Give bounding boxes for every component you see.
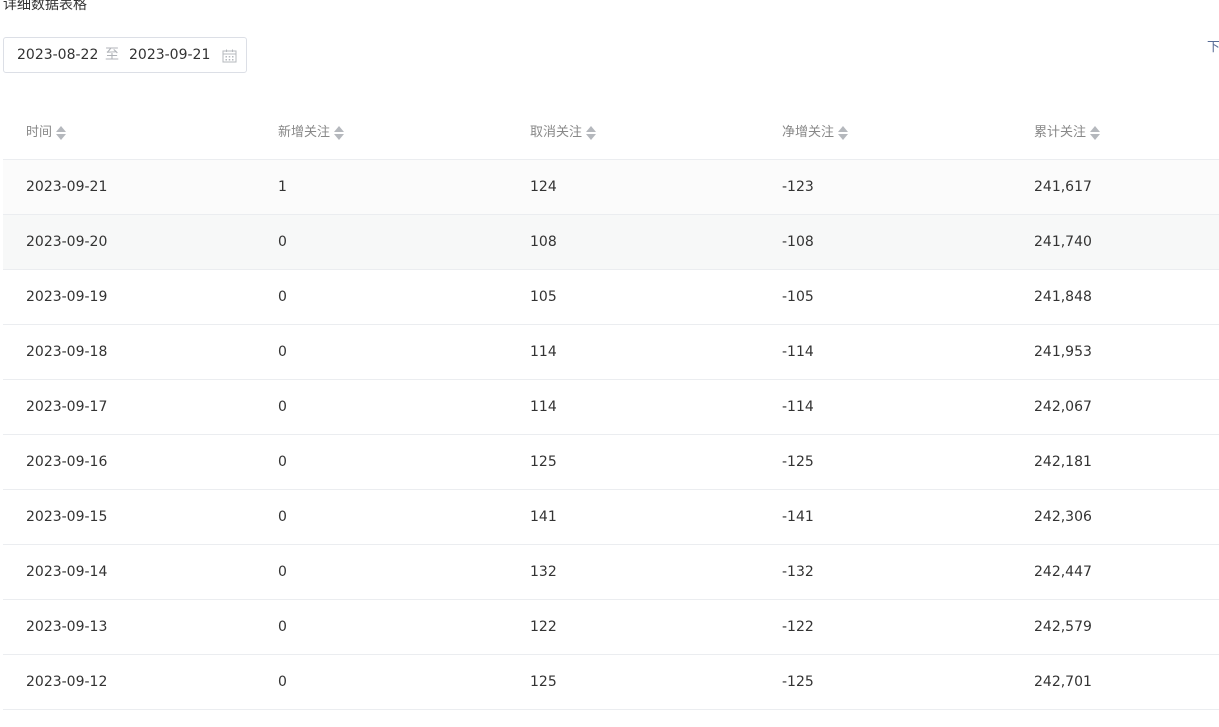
cell-time: 2023-09-21 [26,179,108,195]
cell-new-follows: 0 [278,289,287,305]
cell-unfollows: 114 [530,344,557,360]
column-header-label: 新增关注 [278,125,331,140]
cell-net-follows: -141 [782,509,814,525]
page: 详细数据表格 2023-08-22 至 2023-09-21 下 时间 新增关注 [0,0,1219,727]
cell-new-follows: 0 [278,619,287,635]
cell-net-follows: -105 [782,289,814,305]
cell-unfollows: 125 [530,674,557,690]
cell-total-follows: 242,701 [1034,674,1092,690]
cell-total-follows: 241,617 [1034,179,1092,195]
cell-time: 2023-09-13 [26,619,108,635]
cell-net-follows: -125 [782,454,814,470]
cell-time: 2023-09-16 [26,454,108,470]
date-range-picker[interactable]: 2023-08-22 至 2023-09-21 [3,37,247,73]
end-date-input[interactable]: 2023-09-21 [129,46,210,64]
cell-total-follows: 241,740 [1034,234,1092,250]
sort-icon[interactable] [838,125,849,141]
table-row: 2023-09-17 0 114 -114 242,067 [3,380,1219,435]
download-link[interactable]: 下 [1207,39,1219,57]
cell-new-follows: 0 [278,454,287,470]
cell-new-follows: 1 [278,179,287,195]
column-header-new-follows[interactable]: 新增关注 [278,124,345,142]
cell-total-follows: 241,953 [1034,344,1092,360]
data-table: 时间 新增关注 取消关注 净增关注 累计关注 2023-09-21 1 124 … [3,105,1219,710]
cell-net-follows: -108 [782,234,814,250]
cell-total-follows: 241,848 [1034,289,1092,305]
cell-unfollows: 122 [530,619,557,635]
cell-new-follows: 0 [278,344,287,360]
cell-new-follows: 0 [278,399,287,415]
table-row: 2023-09-16 0 125 -125 242,181 [3,435,1219,490]
cell-time: 2023-09-18 [26,344,108,360]
cell-unfollows: 108 [530,234,557,250]
cell-total-follows: 242,447 [1034,564,1092,580]
cell-net-follows: -122 [782,619,814,635]
table-header: 时间 新增关注 取消关注 净增关注 累计关注 [3,105,1219,160]
column-header-label: 累计关注 [1034,125,1087,140]
cell-time: 2023-09-20 [26,234,108,250]
table-row: 2023-09-21 1 124 -123 241,617 [3,160,1219,215]
cell-new-follows: 0 [278,234,287,250]
cell-net-follows: -132 [782,564,814,580]
cell-unfollows: 141 [530,509,557,525]
cell-unfollows: 132 [530,564,557,580]
sort-icon[interactable] [334,125,345,141]
cell-new-follows: 0 [278,564,287,580]
cell-net-follows: -114 [782,399,814,415]
section-title: 详细数据表格 [3,0,87,13]
cell-time: 2023-09-12 [26,674,108,690]
table-row: 2023-09-18 0 114 -114 241,953 [3,325,1219,380]
table-row: 2023-09-13 0 122 -122 242,579 [3,600,1219,655]
cell-net-follows: -123 [782,179,814,195]
sort-icon[interactable] [56,125,67,141]
start-date-input[interactable]: 2023-08-22 [17,46,98,64]
column-header-label: 净增关注 [782,125,835,140]
cell-net-follows: -114 [782,344,814,360]
cell-unfollows: 124 [530,179,557,195]
cell-total-follows: 242,579 [1034,619,1092,635]
column-header-total-follows[interactable]: 累计关注 [1034,124,1101,142]
sort-icon[interactable] [586,125,597,141]
table-row: 2023-09-20 0 108 -108 241,740 [3,215,1219,270]
cell-net-follows: -125 [782,674,814,690]
cell-total-follows: 242,181 [1034,454,1092,470]
cell-unfollows: 105 [530,289,557,305]
cell-new-follows: 0 [278,509,287,525]
table-row: 2023-09-12 0 125 -125 242,701 [3,655,1219,710]
cell-unfollows: 125 [530,454,557,470]
sort-icon[interactable] [1090,125,1101,141]
cell-unfollows: 114 [530,399,557,415]
date-range-separator: 至 [105,47,119,63]
column-header-time[interactable]: 时间 [26,124,67,142]
table-row: 2023-09-15 0 141 -141 242,306 [3,490,1219,545]
table-row: 2023-09-14 0 132 -132 242,447 [3,545,1219,600]
column-header-label: 取消关注 [530,125,583,140]
column-header-unfollows[interactable]: 取消关注 [530,124,597,142]
cell-time: 2023-09-14 [26,564,108,580]
cell-time: 2023-09-19 [26,289,108,305]
column-header-net-follows[interactable]: 净增关注 [782,124,849,142]
cell-total-follows: 242,067 [1034,399,1092,415]
calendar-icon[interactable] [222,49,237,63]
table-row: 2023-09-19 0 105 -105 241,848 [3,270,1219,325]
cell-total-follows: 242,306 [1034,509,1092,525]
cell-new-follows: 0 [278,674,287,690]
cell-time: 2023-09-15 [26,509,108,525]
column-header-label: 时间 [26,125,53,140]
cell-time: 2023-09-17 [26,399,108,415]
